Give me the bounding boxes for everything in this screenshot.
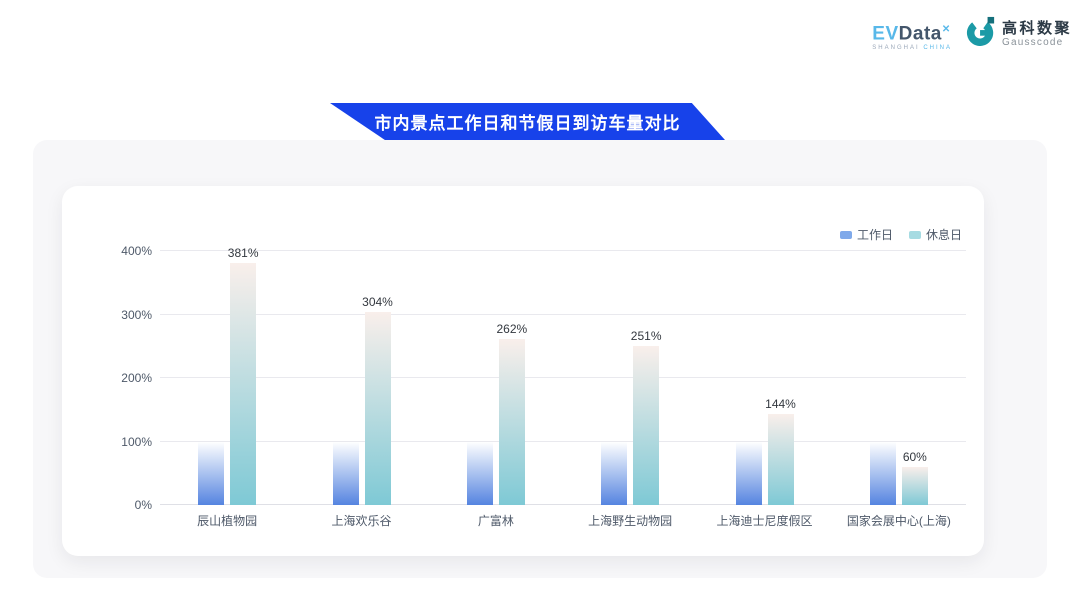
bar-value-label: 144%: [765, 397, 796, 411]
bar-休息日: 60%: [902, 467, 928, 505]
bar-休息日: 262%: [499, 339, 525, 505]
bar-工作日: [198, 442, 224, 506]
legend-item-休息日[interactable]: 休息日: [909, 226, 962, 243]
y-axis-tick-label: 100%: [98, 436, 152, 448]
x-axis-category-label: 广富林: [478, 512, 514, 529]
bar-休息日: 304%: [365, 312, 391, 505]
bar-休息日: 381%: [230, 263, 256, 505]
bar-工作日: [870, 442, 896, 506]
evdata-x-icon: ✕: [942, 24, 951, 35]
gridline: [160, 250, 966, 251]
chart-card: 工作日休息日 0%100%200%300%400%381%辰山植物园304%上海…: [62, 186, 984, 556]
gausscode-en-name: Gausscode: [1002, 37, 1072, 48]
title-banner: 市内景点工作日和节假日到访车量对比: [330, 103, 725, 140]
gausscode-logo: 高科数聚 Gausscode: [966, 16, 1072, 51]
x-axis-category-label: 上海迪士尼度假区: [716, 512, 812, 529]
legend-label: 工作日: [857, 226, 893, 243]
bar-工作日: [736, 442, 762, 506]
gridline: [160, 377, 966, 378]
bar-value-label: 381%: [228, 246, 259, 260]
x-axis-category-label: 上海野生动物园: [588, 512, 672, 529]
evdata-data-text: Data: [899, 23, 942, 44]
bar-工作日: [467, 442, 493, 506]
x-axis-category-label: 上海欢乐谷: [331, 512, 391, 529]
bar-value-label: 304%: [362, 295, 393, 309]
bar-group: 60%: [870, 442, 928, 506]
legend-swatch-icon: [840, 231, 852, 239]
legend-item-工作日[interactable]: 工作日: [840, 226, 893, 243]
legend-label: 休息日: [926, 226, 962, 243]
evdata-ev-text: EV: [872, 23, 898, 44]
x-axis-category-label: 国家会展中心(上海): [847, 512, 951, 529]
chart-plot-area: 0%100%200%300%400%381%辰山植物园304%上海欢乐谷262%…: [160, 251, 966, 505]
gridline: [160, 504, 966, 505]
bar-休息日: 251%: [633, 346, 659, 505]
page-title: 市内景点工作日和节假日到访车量对比: [375, 109, 681, 134]
gausscode-g-icon: [966, 16, 996, 51]
evdata-wordmark: EVData✕: [872, 20, 952, 44]
legend-swatch-icon: [909, 231, 921, 239]
chart-legend: 工作日 休息日: [840, 226, 962, 243]
header-logos: EVData✕ SHANGHAI CHINA 高科数聚 Gausscode: [872, 16, 1072, 51]
evdata-subtext-shanghai: SHANGHAI: [872, 45, 919, 51]
evdata-subtext: SHANGHAI CHINA: [872, 45, 952, 51]
bar-value-label: 262%: [496, 322, 527, 336]
evdata-subtext-china: CHINA: [923, 45, 952, 51]
y-axis-tick-label: 400%: [98, 245, 152, 257]
bar-group: 251%: [601, 346, 659, 505]
gausscode-cn-name: 高科数聚: [1002, 20, 1072, 37]
bar-group: 144%: [736, 414, 794, 505]
bar-chart: 工作日休息日 0%100%200%300%400%381%辰山植物园304%上海…: [62, 186, 984, 556]
bar-group: 304%: [333, 312, 391, 505]
bar-工作日: [601, 442, 627, 506]
bar-value-label: 251%: [631, 329, 662, 343]
x-axis-category-label: 辰山植物园: [197, 512, 257, 529]
y-axis-tick-label: 300%: [98, 309, 152, 321]
bar-group: 262%: [467, 339, 525, 505]
y-axis-tick-label: 0%: [98, 499, 152, 511]
bar-group: 381%: [198, 263, 256, 505]
gausscode-text: 高科数聚 Gausscode: [1002, 20, 1072, 48]
gridline: [160, 314, 966, 315]
bar-工作日: [333, 442, 359, 506]
bar-休息日: 144%: [768, 414, 794, 505]
gridline: [160, 441, 966, 442]
y-axis-tick-label: 200%: [98, 372, 152, 384]
evdata-logo: EVData✕ SHANGHAI CHINA: [872, 20, 952, 51]
bar-value-label: 60%: [903, 450, 927, 464]
